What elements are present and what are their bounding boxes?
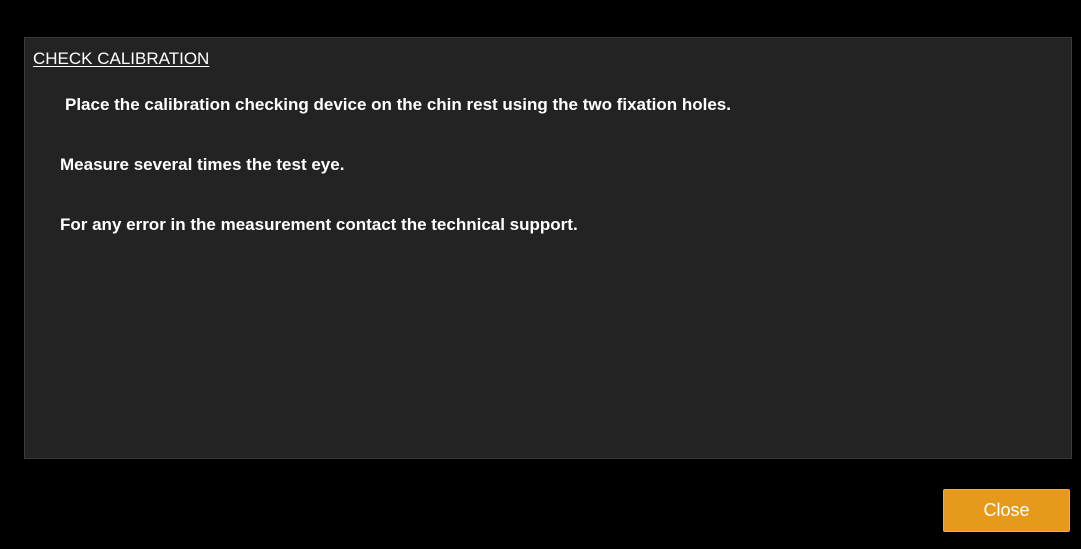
close-button[interactable]: Close <box>943 489 1070 532</box>
instruction-text-1: Place the calibration checking device on… <box>65 95 731 114</box>
check-calibration-dialog: CHECK CALIBRATION Place the calibration … <box>0 0 1081 549</box>
instruction-text-2: Measure several times the test eye. <box>60 155 345 174</box>
instructions-panel: CHECK CALIBRATION Place the calibration … <box>24 37 1072 459</box>
instruction-text-3: For any error in the measurement contact… <box>60 215 578 234</box>
dialog-title: CHECK CALIBRATION <box>33 49 210 68</box>
